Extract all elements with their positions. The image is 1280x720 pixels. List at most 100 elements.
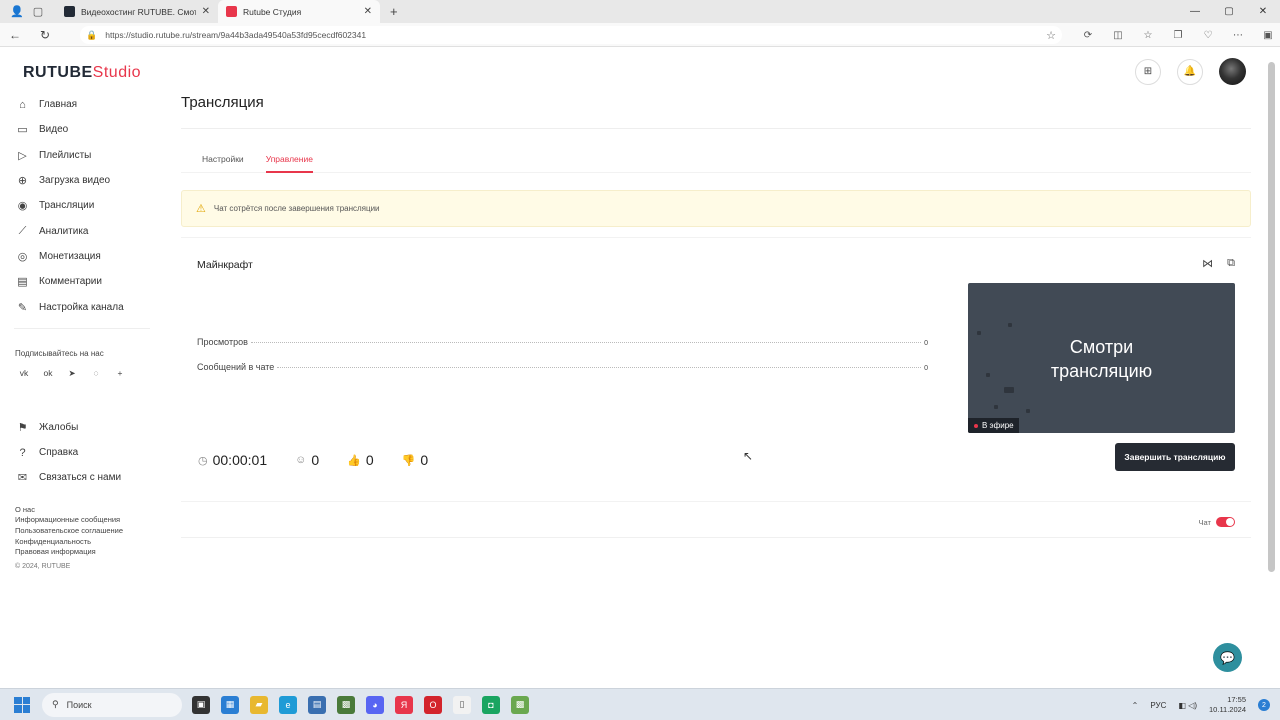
sidebar-item-channel-settings[interactable]: ✎ Настройка канала: [0, 294, 160, 319]
sidebar-item-streams[interactable]: ◉ Трансляции: [0, 193, 160, 218]
minecraft-launcher-icon[interactable]: ▩: [511, 695, 529, 714]
channel-settings-icon: ✎: [17, 301, 28, 314]
notifications-button[interactable]: 🔔: [1177, 58, 1203, 85]
browser-tab-rutube[interactable]: Видеохостинг RUTUBE. Смотрите ✕: [56, 0, 218, 23]
sidebar-toggle-icon[interactable]: ▣: [1260, 30, 1276, 41]
social-links: vk ok ➤ ◌ +: [17, 368, 160, 379]
store-icon[interactable]: ▤: [308, 695, 326, 714]
avatar[interactable]: [1219, 58, 1246, 85]
network-volume-icon[interactable]: ◧ ◁): [1178, 701, 1197, 710]
windows-start-icon[interactable]: [14, 696, 30, 713]
footer-link-agreement[interactable]: Пользовательское соглашение: [15, 526, 160, 537]
browser-essentials-icon[interactable]: ♡: [1200, 30, 1216, 41]
sidebar-item-label: Связаться с нами: [39, 472, 122, 484]
close-tab-icon[interactable]: ✕: [202, 6, 210, 17]
task-view-icon[interactable]: ▣: [192, 695, 210, 714]
stream-card: Майнкрафт ⋈ ⧉ Просмотров 0 Сообщений в ч…: [181, 237, 1251, 485]
share-icon[interactable]: ⋈: [1202, 257, 1213, 270]
sidebar-item-analytics[interactable]: ⟋ Аналитика: [0, 218, 160, 243]
stat-views: Просмотров 0: [197, 337, 928, 347]
add-content-button[interactable]: ⊞: [1135, 58, 1161, 85]
favorites-icon[interactable]: ☆: [1140, 30, 1156, 41]
sidebar-item-contact[interactable]: ✉ Связаться с нами: [0, 465, 160, 490]
end-stream-button[interactable]: Завершить трансляцию: [1115, 443, 1235, 471]
browser-tab-studio[interactable]: Rutube Студия ✕: [218, 0, 380, 23]
close-window-icon[interactable]: ✕: [1246, 6, 1280, 17]
browser-tabbar: 👤 ▢ Видеохостинг RUTUBE. Смотрите ✕ Rutu…: [0, 0, 1280, 23]
support-chat-button[interactable]: 💬: [1213, 643, 1242, 672]
notification-badge[interactable]: 2: [1258, 699, 1270, 711]
clock-icon: ◷: [198, 454, 208, 467]
broadcast-icon: ◉: [17, 200, 28, 213]
telegram-icon[interactable]: ➤: [65, 368, 79, 379]
split-screen-icon[interactable]: ◫: [1110, 30, 1126, 41]
flag-icon: ⚑: [17, 421, 28, 434]
extensions-icon[interactable]: ⟳: [1080, 30, 1096, 41]
tray-chevron-icon[interactable]: ⌃: [1132, 701, 1139, 710]
back-icon[interactable]: ←: [0, 28, 30, 42]
footer-link-privacy[interactable]: Конфиденциальность: [15, 537, 160, 548]
sidebar-item-label: Комментарии: [39, 276, 102, 288]
rutube-studio-logo[interactable]: RUTUBEStudio: [23, 64, 141, 82]
more-socials-icon[interactable]: +: [113, 368, 127, 379]
app-green-icon[interactable]: ◘: [482, 695, 500, 714]
tab-actions-icon[interactable]: ▢: [32, 6, 44, 18]
lock-icon: 🔒: [86, 29, 98, 40]
favorite-star-icon[interactable]: ☆: [1046, 29, 1056, 42]
more-icon[interactable]: ⋯: [1230, 30, 1246, 41]
tab-management[interactable]: Управление: [265, 145, 314, 173]
vk-icon[interactable]: vk: [17, 368, 31, 379]
sidebar-item-help[interactable]: ? Справка: [0, 440, 160, 465]
minimize-icon[interactable]: —: [1178, 6, 1212, 17]
sidebar-item-home[interactable]: ⌂ Главная: [0, 92, 160, 117]
sidebar-item-playlists[interactable]: ▷ Плейлисты: [0, 143, 160, 168]
monetization-icon: ◎: [17, 250, 28, 263]
opera-icon[interactable]: O: [424, 695, 442, 714]
ok-icon[interactable]: ok: [41, 368, 55, 379]
language-indicator[interactable]: РУС: [1150, 701, 1166, 710]
footer-links: О нас Информационные сообщения Пользоват…: [15, 505, 160, 559]
maximize-icon[interactable]: ▢: [1212, 6, 1246, 17]
footer-link-about[interactable]: О нас: [15, 505, 160, 516]
page-tabs: Настройки Управление: [181, 145, 1251, 173]
yandex-icon[interactable]: Я: [395, 695, 413, 714]
browser-addressbar: ← ↻ 🔒 https://studio.rutube.ru/stream/9a…: [0, 23, 1280, 47]
reload-icon[interactable]: ↻: [30, 28, 60, 42]
sidebar-item-monetization[interactable]: ◎ Монетизация: [0, 244, 160, 269]
collections-icon[interactable]: ❐: [1170, 30, 1186, 41]
discord-icon[interactable]: ◕: [366, 695, 384, 714]
viber-icon[interactable]: ◌: [89, 368, 103, 379]
widgets-icon[interactable]: ▦: [221, 695, 239, 714]
page-scrollbar[interactable]: [1268, 62, 1275, 572]
footer-link-legal[interactable]: Правовая информация: [15, 547, 160, 558]
notepad-icon[interactable]: ▯: [453, 695, 471, 714]
sidebar-item-label: Плейлисты: [39, 149, 92, 161]
sidebar-item-comments[interactable]: ▤ Комментарии: [0, 269, 160, 294]
metric-likes: 👍 0: [347, 452, 374, 468]
minecraft-icon[interactable]: ▩: [337, 695, 355, 714]
preview-title-line2: трансляцию: [1050, 361, 1153, 381]
url-field[interactable]: 🔒 https://studio.rutube.ru/stream/9a44b3…: [80, 26, 1062, 44]
open-external-icon[interactable]: ⧉: [1227, 257, 1235, 270]
page-title: Трансляция: [181, 94, 264, 111]
stream-preview[interactable]: Смотри трансляцию В эфире: [968, 283, 1235, 433]
sidebar-item-complaints[interactable]: ⚑ Жалобы: [0, 415, 160, 440]
footer-link-info[interactable]: Информационные сообщения: [15, 515, 160, 526]
profile-icon[interactable]: 👤: [10, 6, 24, 18]
duration-value: 00:00:01: [212, 452, 268, 468]
file-explorer-icon[interactable]: ▰: [250, 695, 268, 714]
chat-toggle[interactable]: [1216, 517, 1235, 527]
taskbar-search[interactable]: ⚲ Поиск: [42, 692, 182, 717]
edge-icon[interactable]: e: [279, 695, 297, 714]
sidebar-divider: [14, 327, 150, 329]
new-tab-icon[interactable]: +: [390, 4, 398, 19]
close-tab-icon[interactable]: ✕: [364, 6, 372, 17]
sidebar-item-upload[interactable]: ⊕ Загрузка видео: [0, 168, 160, 193]
logo-suffix: Studio: [92, 64, 142, 81]
sidebar-item-video[interactable]: ▭ Видео: [0, 117, 160, 142]
thumbs-up-icon: 👍: [347, 454, 361, 467]
tab-settings[interactable]: Настройки: [202, 145, 244, 173]
main-content: Трансляция Настройки Управление ⚠ Чат со…: [181, 94, 1251, 671]
taskbar-clock[interactable]: 17:55 10.11.2024: [1209, 695, 1246, 715]
clock-date: 10.11.2024: [1209, 705, 1246, 714]
